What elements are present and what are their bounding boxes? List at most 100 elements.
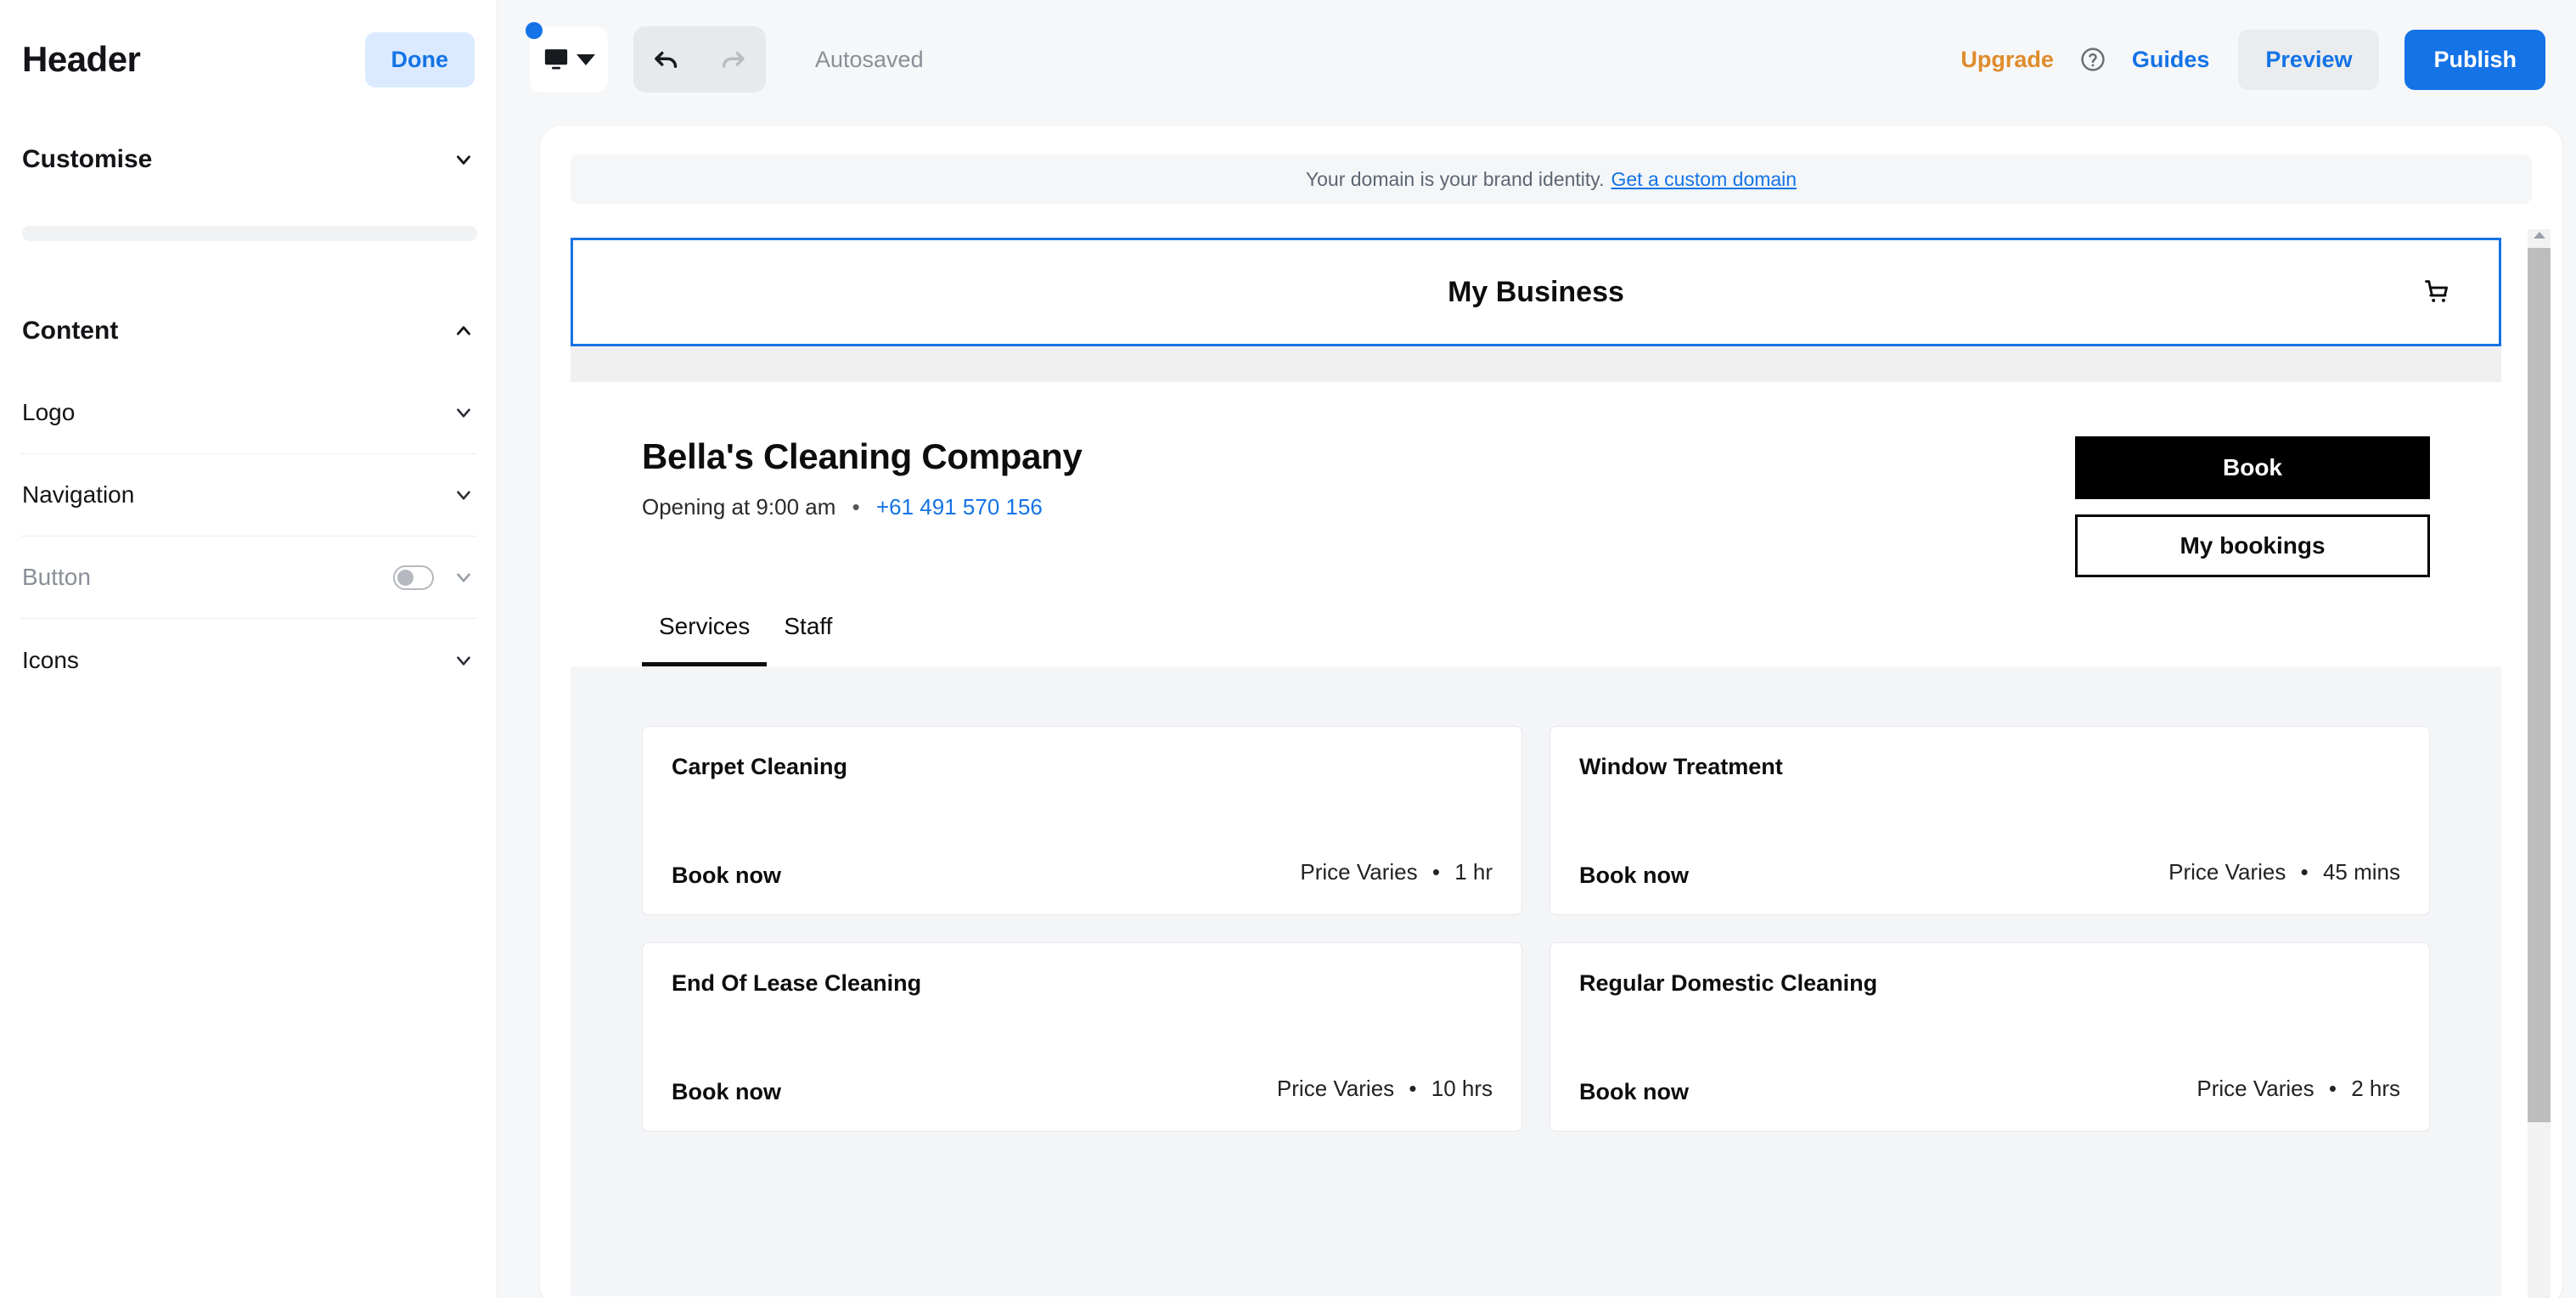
shopping-cart-icon[interactable] — [2422, 278, 2451, 306]
help-circle-icon[interactable] — [2079, 46, 2106, 73]
service-price: Price Varies — [1300, 859, 1418, 885]
chevron-up-icon[interactable] — [453, 320, 475, 342]
site-spacer-strip — [571, 346, 2501, 382]
meta-separator: • — [852, 494, 860, 520]
app-root: Header Done Customise Content Logo Navig… — [0, 0, 2576, 1298]
site-header-title: My Business — [1448, 275, 1624, 308]
service-card-footer: Book now Price Varies • 45 mins — [1579, 859, 2400, 889]
sidebar-item-navigation[interactable]: Navigation — [20, 454, 476, 537]
service-duration: 45 mins — [2322, 859, 2400, 885]
preview-button[interactable]: Preview — [2238, 29, 2380, 90]
service-card-footer: Book now Price Varies • 1 hr — [672, 859, 1493, 889]
service-card[interactable]: Carpet Cleaning Book now Price Varies • … — [642, 726, 1522, 915]
autosave-status: Autosaved — [815, 46, 924, 72]
site-scroll-area: My Business Bella's Cleaning Company Ope… — [540, 226, 2532, 1298]
chevron-down-icon[interactable] — [453, 402, 475, 424]
customise-placeholder-bar — [22, 226, 477, 241]
sidebar-header: Header Done — [20, 0, 476, 119]
price-separator: • — [1431, 859, 1440, 885]
toolbar-actions: Upgrade Guides Preview Publish — [1960, 29, 2545, 90]
undo-arrow-icon — [655, 51, 678, 68]
chevron-down-icon[interactable] — [453, 566, 475, 588]
business-phone-link[interactable]: +61 491 570 156 — [876, 494, 1043, 520]
tab-staff[interactable]: Staff — [767, 613, 849, 666]
site-footer-gap — [571, 1194, 2501, 1296]
domain-banner-text: Your domain is your brand identity. — [1305, 167, 1605, 190]
business-actions: Book My bookings — [2075, 436, 2430, 577]
service-price: Price Varies — [2168, 859, 2286, 885]
service-book-now-link[interactable]: Book now — [672, 1079, 781, 1105]
service-price-duration: Price Varies • 45 mins — [2168, 859, 2400, 885]
preview-vertical-scrollbar[interactable] — [2528, 229, 2551, 1298]
scrollbar-thumb[interactable] — [2528, 248, 2551, 1122]
page-title: Header — [22, 39, 141, 79]
sidebar-item-navigation-label: Navigation — [22, 481, 135, 508]
price-separator: • — [2328, 1076, 2337, 1101]
service-price: Price Varies — [1276, 1076, 1395, 1101]
service-duration: 1 hr — [1454, 859, 1493, 885]
site-header-block-selected[interactable]: My Business — [571, 238, 2501, 346]
business-name: Bella's Cleaning Company — [642, 436, 1083, 476]
redo-arrow-icon — [722, 51, 745, 68]
device-selector[interactable] — [526, 22, 608, 93]
service-card-footer: Book now Price Varies • 10 hrs — [672, 1076, 1493, 1105]
business-meta: Opening at 9:00 am • +61 491 570 156 — [642, 494, 1083, 520]
site-viewport: My Business Bella's Cleaning Company Ope… — [540, 226, 2562, 1298]
scroll-up-arrow-icon[interactable] — [2533, 232, 2545, 239]
sidebar-item-button-label: Button — [22, 564, 91, 590]
service-title: Regular Domestic Cleaning — [1579, 970, 1878, 996]
caret-down-icon — [576, 53, 595, 65]
service-card[interactable]: End Of Lease Cleaning Book now Price Var… — [642, 942, 1522, 1132]
my-bookings-button[interactable]: My bookings — [2075, 514, 2430, 577]
service-card[interactable]: Window Treatment Book now Price Varies •… — [1550, 726, 2430, 915]
service-title: End Of Lease Cleaning — [672, 970, 922, 996]
service-book-now-link[interactable]: Book now — [1579, 863, 1689, 889]
opening-hours-text: Opening at 9:00 am — [642, 494, 836, 520]
service-duration: 10 hrs — [1431, 1076, 1493, 1101]
upgrade-link[interactable]: Upgrade — [1960, 47, 2054, 73]
tab-services[interactable]: Services — [642, 613, 768, 666]
chevron-down-icon[interactable] — [453, 149, 475, 171]
monitor-icon — [544, 49, 567, 70]
service-price-duration: Price Varies • 2 hrs — [2196, 1076, 2400, 1102]
sidebar-item-logo-label: Logo — [22, 399, 76, 425]
sidebar-item-icons[interactable]: Icons — [20, 619, 476, 701]
button-visibility-toggle[interactable] — [393, 565, 434, 590]
price-separator: • — [1409, 1076, 1417, 1101]
book-button[interactable]: Book — [2075, 436, 2430, 499]
done-button[interactable]: Done — [364, 31, 475, 87]
site-preview-card: Your domain is your brand identity. Get … — [540, 126, 2562, 1298]
sidebar-item-logo[interactable]: Logo — [20, 372, 476, 454]
get-custom-domain-link[interactable]: Get a custom domain — [1611, 168, 1797, 191]
services-grid: Carpet Cleaning Book now Price Varies • … — [571, 666, 2501, 1194]
workspace: Autosaved Upgrade Guides Preview Publish… — [498, 0, 2576, 1298]
domain-banner: Your domain is your brand identity. Get … — [571, 155, 2532, 204]
sidebar-section-content[interactable]: Content — [20, 290, 476, 372]
service-price: Price Varies — [2196, 1076, 2314, 1101]
services-staff-tabs: Services Staff — [571, 577, 2501, 666]
blue-dot-indicator — [526, 22, 543, 39]
site-body: Bella's Cleaning Company Opening at 9:00… — [571, 382, 2501, 666]
service-duration: 2 hrs — [2351, 1076, 2400, 1101]
service-book-now-link[interactable]: Book now — [1579, 1079, 1689, 1105]
service-card[interactable]: Regular Domestic Cleaning Book now Price… — [1550, 942, 2430, 1132]
sidebar-item-icons-label: Icons — [22, 646, 79, 673]
sidebar-section-customise-label: Customise — [22, 145, 153, 173]
undo-button[interactable] — [633, 26, 700, 93]
service-title: Carpet Cleaning — [672, 754, 848, 779]
guides-link[interactable]: Guides — [2132, 47, 2210, 73]
sidebar-item-button[interactable]: Button — [20, 537, 476, 619]
service-book-now-link[interactable]: Book now — [672, 863, 781, 889]
chevron-down-icon[interactable] — [453, 649, 475, 671]
redo-button[interactable] — [700, 26, 766, 93]
service-title: Window Treatment — [1579, 754, 1783, 779]
toggle-knob — [397, 569, 413, 586]
service-price-duration: Price Varies • 1 hr — [1300, 859, 1493, 885]
sidebar-section-customise[interactable]: Customise — [20, 119, 476, 200]
history-button-group — [633, 26, 766, 93]
chevron-down-icon[interactable] — [453, 484, 475, 506]
service-card-footer: Book now Price Varies • 2 hrs — [1579, 1076, 2400, 1105]
sidebar-section-content-label: Content — [22, 317, 119, 345]
service-price-duration: Price Varies • 10 hrs — [1277, 1076, 1493, 1102]
publish-button[interactable]: Publish — [2404, 29, 2545, 90]
